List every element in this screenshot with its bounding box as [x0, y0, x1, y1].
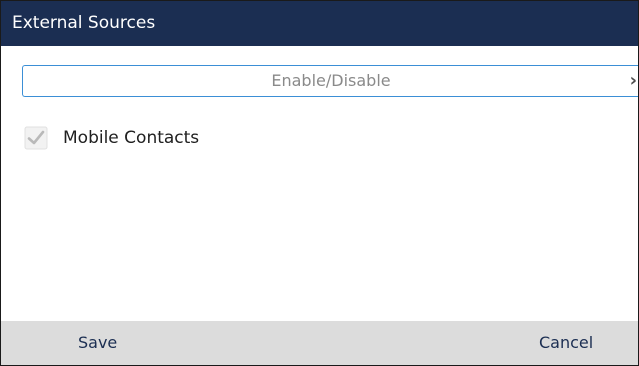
page-title: External Sources: [1, 1, 638, 46]
phone-screen: External Sources Enable/Disable › Mobile…: [0, 0, 639, 366]
checkmark-icon: [24, 126, 48, 150]
cancel-button[interactable]: Cancel: [539, 321, 593, 365]
selector-label: Enable/Disable: [271, 71, 391, 90]
checkbox-mobile-contacts[interactable]: [23, 125, 49, 151]
checkbox-label: Mobile Contacts: [63, 128, 200, 148]
enable-disable-selector[interactable]: Enable/Disable ›: [22, 65, 638, 97]
option-mobile-contacts[interactable]: Mobile Contacts: [23, 123, 199, 153]
save-button[interactable]: Save: [78, 321, 117, 365]
softkey-bar: Save Cancel: [1, 321, 638, 365]
chevron-right-icon: ›: [629, 70, 637, 91]
